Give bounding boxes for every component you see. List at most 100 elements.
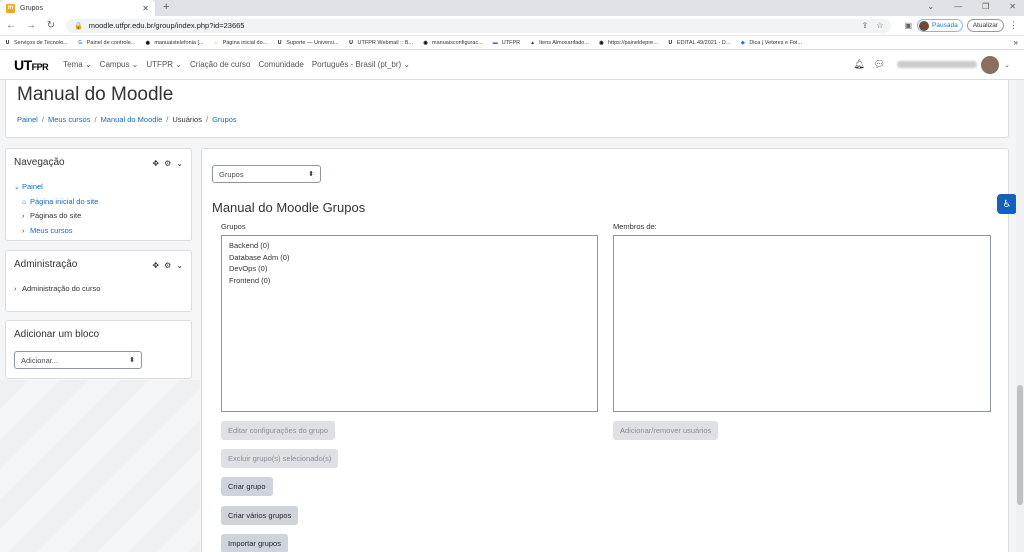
gear-icon[interactable]: ⚙ bbox=[164, 159, 171, 168]
tab-search-icon[interactable]: ⌄ bbox=[927, 2, 934, 11]
move-icon[interactable]: ✥ bbox=[152, 261, 159, 270]
scrollbar-thumb[interactable] bbox=[1017, 385, 1023, 505]
nav-item-painel[interactable]: ⌄ Painel bbox=[14, 180, 98, 195]
avatar[interactable] bbox=[981, 55, 1000, 74]
list-item[interactable]: Frontend (0) bbox=[229, 275, 590, 287]
add-block-block: Adicionar um bloco Adicionar... ⬍ bbox=[5, 320, 192, 379]
side-panel-icon[interactable]: ▣ bbox=[904, 21, 912, 30]
new-tab-icon[interactable]: + bbox=[163, 1, 169, 13]
flag-icon: ▬ bbox=[492, 39, 498, 46]
utf-bookmark-icon: U bbox=[668, 39, 673, 46]
bookmark-item[interactable]: ◉ manuaisconfigurac... bbox=[422, 40, 482, 46]
more-bookmarks-icon[interactable]: » bbox=[1014, 38, 1018, 47]
profile-button[interactable]: Pausada bbox=[917, 19, 963, 32]
url-input[interactable]: 🔒 moodle.utfpr.edu.br/group/index.php?id… bbox=[66, 18, 892, 33]
list-item[interactable]: Backend (0) bbox=[229, 240, 590, 252]
image-icon: ▲ bbox=[530, 39, 536, 46]
minimize-icon[interactable]: — bbox=[954, 2, 962, 11]
nav-link-comunidade[interactable]: Comunidade bbox=[258, 60, 303, 69]
close-window-icon[interactable]: ✕ bbox=[1009, 2, 1016, 11]
bookmark-item[interactable]: ⌂ Página inicial do... bbox=[213, 40, 268, 46]
vector-icon: ◆ bbox=[740, 39, 745, 46]
bookmark-item[interactable]: ◉ https://paineldepre... bbox=[598, 40, 658, 46]
bookmark-item[interactable]: U UTFPR Webmail :: B... bbox=[348, 40, 413, 46]
block-controls: ✥ ⚙ ⌄ bbox=[152, 159, 183, 168]
chevron-down-icon: ⌄ bbox=[14, 184, 20, 191]
nav-item-pagina-inicial[interactable]: ⌂ Página inicial do site bbox=[14, 195, 98, 210]
administration-block-title: Administração bbox=[14, 259, 78, 270]
forward-icon[interactable]: → bbox=[26, 20, 36, 31]
chevron-down-icon[interactable]: ⌄ bbox=[176, 261, 183, 270]
select-caret-icon: ⬍ bbox=[308, 171, 314, 178]
language-menu[interactable]: Português - Brasil (pt_br) ⌄ bbox=[312, 60, 410, 69]
nav-link-campus[interactable]: Campus ⌄ bbox=[100, 60, 139, 69]
bookmark-item[interactable]: U Serviços de Tecnolo... bbox=[4, 40, 68, 46]
breadcrumb-painel[interactable]: Painel bbox=[17, 115, 38, 124]
bookmark-item[interactable]: ▬ UTFPR bbox=[492, 40, 520, 46]
bookmark-item[interactable]: ◉ manuaistelefonia [... bbox=[144, 39, 204, 46]
page-header: Manual do Moodle Painel / Meus cursos / … bbox=[5, 80, 1009, 138]
main-region: Grupos ⬍ Manual do Moodle Grupos Grupos … bbox=[201, 148, 1009, 552]
gear-icon[interactable]: ⚙ bbox=[164, 261, 171, 270]
move-icon[interactable]: ✥ bbox=[152, 159, 159, 168]
list-item[interactable]: DevOps (0) bbox=[229, 263, 590, 275]
view-select[interactable]: Grupos ⬍ bbox=[212, 165, 321, 183]
nav-item-paginas-site[interactable]: › Páginas do site bbox=[14, 209, 98, 224]
block-controls: ✥ ⚙ ⌄ bbox=[152, 261, 183, 270]
members-label: Membros de: bbox=[613, 222, 657, 231]
lock-icon[interactable]: 🔒 bbox=[74, 22, 83, 30]
chat-icon[interactable]: 💬︎ bbox=[874, 59, 885, 70]
address-bar: ← → ↻ 🔒 moodle.utfpr.edu.br/group/index.… bbox=[0, 16, 1024, 36]
browser-menu-icon[interactable]: ⋮ bbox=[1009, 20, 1018, 31]
breadcrumb-grupos[interactable]: Grupos bbox=[212, 115, 237, 124]
user-name-blurred[interactable] bbox=[897, 61, 978, 68]
chevron-right-icon: › bbox=[14, 286, 17, 293]
navigation-block-title: Navegação bbox=[14, 157, 65, 168]
chevron-down-icon[interactable]: ⌄ bbox=[1004, 61, 1010, 69]
window-controls: ⌄ — ❐ ✕ bbox=[927, 2, 1016, 11]
accessibility-icon[interactable]: ♿︎ bbox=[997, 194, 1017, 214]
delete-groups-button[interactable]: Excluir grupo(s) selecionado(s) bbox=[221, 449, 339, 468]
browser-tab[interactable]: m Grupos ✕ bbox=[0, 0, 155, 16]
bell-icon[interactable]: 🔔︎ bbox=[853, 59, 864, 70]
nav-link-utfpr[interactable]: UTFPR ⌄ bbox=[146, 60, 182, 69]
import-groups-button[interactable]: Importar grupos bbox=[221, 534, 288, 552]
restore-icon[interactable]: ❐ bbox=[982, 2, 989, 11]
nav-link-tema[interactable]: Tema ⌄ bbox=[63, 60, 92, 69]
nav-item-meus-cursos[interactable]: › Meus cursos bbox=[14, 224, 98, 239]
add-block-select[interactable]: Adicionar... ⬍ bbox=[14, 351, 142, 369]
back-icon[interactable]: ← bbox=[6, 20, 16, 31]
globe-icon: ◉ bbox=[145, 39, 151, 46]
chevron-down-icon[interactable]: ⌄ bbox=[176, 159, 183, 168]
breadcrumb-manual-moodle[interactable]: Manual do Moodle bbox=[101, 115, 163, 124]
bookmark-item[interactable]: ◆ Dica | Vetores e Fot... bbox=[739, 40, 802, 46]
list-item[interactable]: Database Adm (0) bbox=[229, 252, 590, 264]
reload-icon[interactable]: ↻ bbox=[46, 20, 56, 31]
administration-block: Administração ✥ ⚙ ⌄ › Administração do cu… bbox=[5, 250, 192, 312]
bookmark-item[interactable]: U Suporte — Universi... bbox=[276, 40, 339, 46]
share-icon[interactable]: ⇪ bbox=[862, 21, 869, 30]
add-remove-users-button[interactable]: Adicionar/remover usuários bbox=[613, 421, 719, 440]
bookmark-item[interactable]: U EDITAL 49/2021 - D... bbox=[667, 40, 731, 46]
breadcrumb: Painel / Meus cursos / Manual do Moodle … bbox=[17, 115, 237, 124]
members-listbox[interactable] bbox=[613, 235, 991, 412]
bookmark-item[interactable]: G Painel de controle... bbox=[77, 40, 135, 46]
administration-tree: › Administração do curso bbox=[14, 282, 100, 297]
nav-item-admin-curso[interactable]: › Administração do curso bbox=[14, 282, 100, 297]
bookmark-item[interactable]: ▲ Itens Almoxarifado... bbox=[529, 40, 589, 46]
create-groups-button[interactable]: Criar vários grupos bbox=[221, 506, 299, 525]
create-group-button[interactable]: Criar grupo bbox=[221, 477, 273, 496]
breadcrumb-meus-cursos[interactable]: Meus cursos bbox=[48, 115, 91, 124]
utfpr-logo[interactable]: UTFPR bbox=[14, 57, 49, 73]
edit-group-button[interactable]: Editar configurações do grupo bbox=[221, 421, 336, 440]
breadcrumb-usuarios: Usuários bbox=[172, 115, 202, 124]
groups-listbox[interactable]: Backend (0) Database Adm (0) DevOps (0) … bbox=[221, 235, 598, 412]
update-button[interactable]: Atualizar bbox=[966, 19, 1004, 32]
bookmark-star-icon[interactable]: ☆ bbox=[876, 21, 883, 30]
add-block-title: Adicionar um bloco bbox=[14, 329, 100, 340]
page-scrollbar[interactable] bbox=[1016, 80, 1024, 552]
profile-label: Pausada bbox=[932, 22, 958, 29]
profile-avatar bbox=[919, 20, 930, 31]
close-tab-icon[interactable]: ✕ bbox=[142, 4, 149, 13]
nav-link-criacao-curso[interactable]: Criação de curso bbox=[190, 60, 250, 69]
